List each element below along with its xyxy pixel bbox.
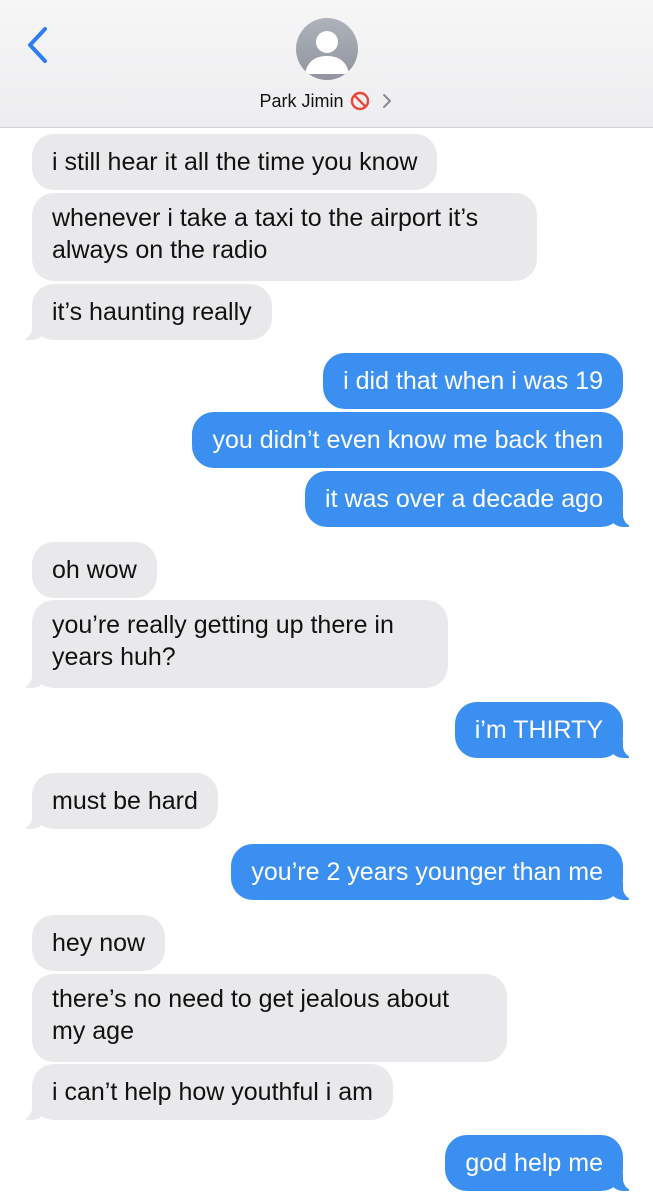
message-text: oh wow <box>52 556 137 584</box>
message-bubble-incoming[interactable]: there’s no need to get jealous about my … <box>32 974 507 1062</box>
message-bubble-incoming[interactable]: whenever i take a taxi to the airport it… <box>32 193 537 281</box>
message-text: you’re 2 years younger than me <box>251 858 603 886</box>
bubble-tail <box>12 666 46 688</box>
bubble-tail <box>12 318 46 340</box>
message-bubble-incoming[interactable]: must be hard <box>12 773 218 829</box>
message-bubble-outgoing[interactable]: you didn’t even know me back then <box>192 412 623 468</box>
message-text-line: always on the radio <box>52 236 268 264</box>
conversation-header: Park Jimin <box>0 0 653 128</box>
message-bubble-outgoing[interactable]: it was over a decade ago <box>305 471 643 527</box>
blocked-icon <box>350 91 370 111</box>
message-text: it was over a decade ago <box>325 485 603 513</box>
message-text-line: my age <box>52 1017 134 1045</box>
message-text-line: you’re really getting up there in <box>52 611 394 639</box>
message-text: hey now <box>52 929 146 957</box>
message-bubble-outgoing[interactable]: you’re 2 years younger than me <box>231 844 643 900</box>
message-bubble-incoming[interactable]: you’re really getting up there in years … <box>12 600 448 688</box>
message-bubble-incoming[interactable]: hey now <box>32 915 166 971</box>
message-text: i did that when i was 19 <box>343 367 603 395</box>
message-text: i’m THIRTY <box>474 716 603 744</box>
bubble-tail <box>609 878 643 900</box>
message-text: i still hear it all the time you know <box>52 148 418 176</box>
message-text-line: whenever i take a taxi to the airport it… <box>52 204 479 232</box>
bubble-tail <box>12 807 46 829</box>
message-text: you didn’t even know me back then <box>212 426 603 454</box>
contact-info-button[interactable]: Park Jimin <box>0 86 653 116</box>
message-bubble-incoming[interactable]: i still hear it all the time you know <box>32 134 438 190</box>
person-silhouette-icon <box>305 31 349 74</box>
bubble-tail <box>12 1098 46 1120</box>
message-bubble-incoming[interactable]: i can’t help how youthful i am <box>12 1064 394 1120</box>
message-text: god help me <box>465 1149 603 1177</box>
message-bubble-incoming[interactable]: oh wow <box>32 542 157 598</box>
message-text: must be hard <box>52 787 198 815</box>
message-text: i can’t help how youthful i am <box>52 1078 374 1106</box>
message-bubble-outgoing[interactable]: god help me <box>445 1135 643 1191</box>
message-bubble-outgoing[interactable]: i’m THIRTY <box>454 702 643 758</box>
contact-avatar[interactable] <box>296 18 358 80</box>
bubble-tail <box>609 736 643 758</box>
message-text-line: years huh? <box>52 643 176 671</box>
contact-name: Park Jimin <box>259 90 344 111</box>
bubble-tail <box>609 505 643 527</box>
bubble-tail <box>609 1169 643 1191</box>
message-bubble-incoming[interactable]: it’s haunting really <box>12 284 272 340</box>
chevron-right-icon <box>380 92 394 110</box>
chevron-left-icon <box>28 27 47 63</box>
messages-screen: Park Jimin i still hear it all the time … <box>0 0 653 1200</box>
back-button[interactable] <box>14 22 60 68</box>
message-text: it’s haunting really <box>52 298 252 326</box>
message-text-line: there’s no need to get jealous about <box>52 985 450 1013</box>
message-bubble-outgoing[interactable]: i did that when i was 19 <box>323 353 623 409</box>
